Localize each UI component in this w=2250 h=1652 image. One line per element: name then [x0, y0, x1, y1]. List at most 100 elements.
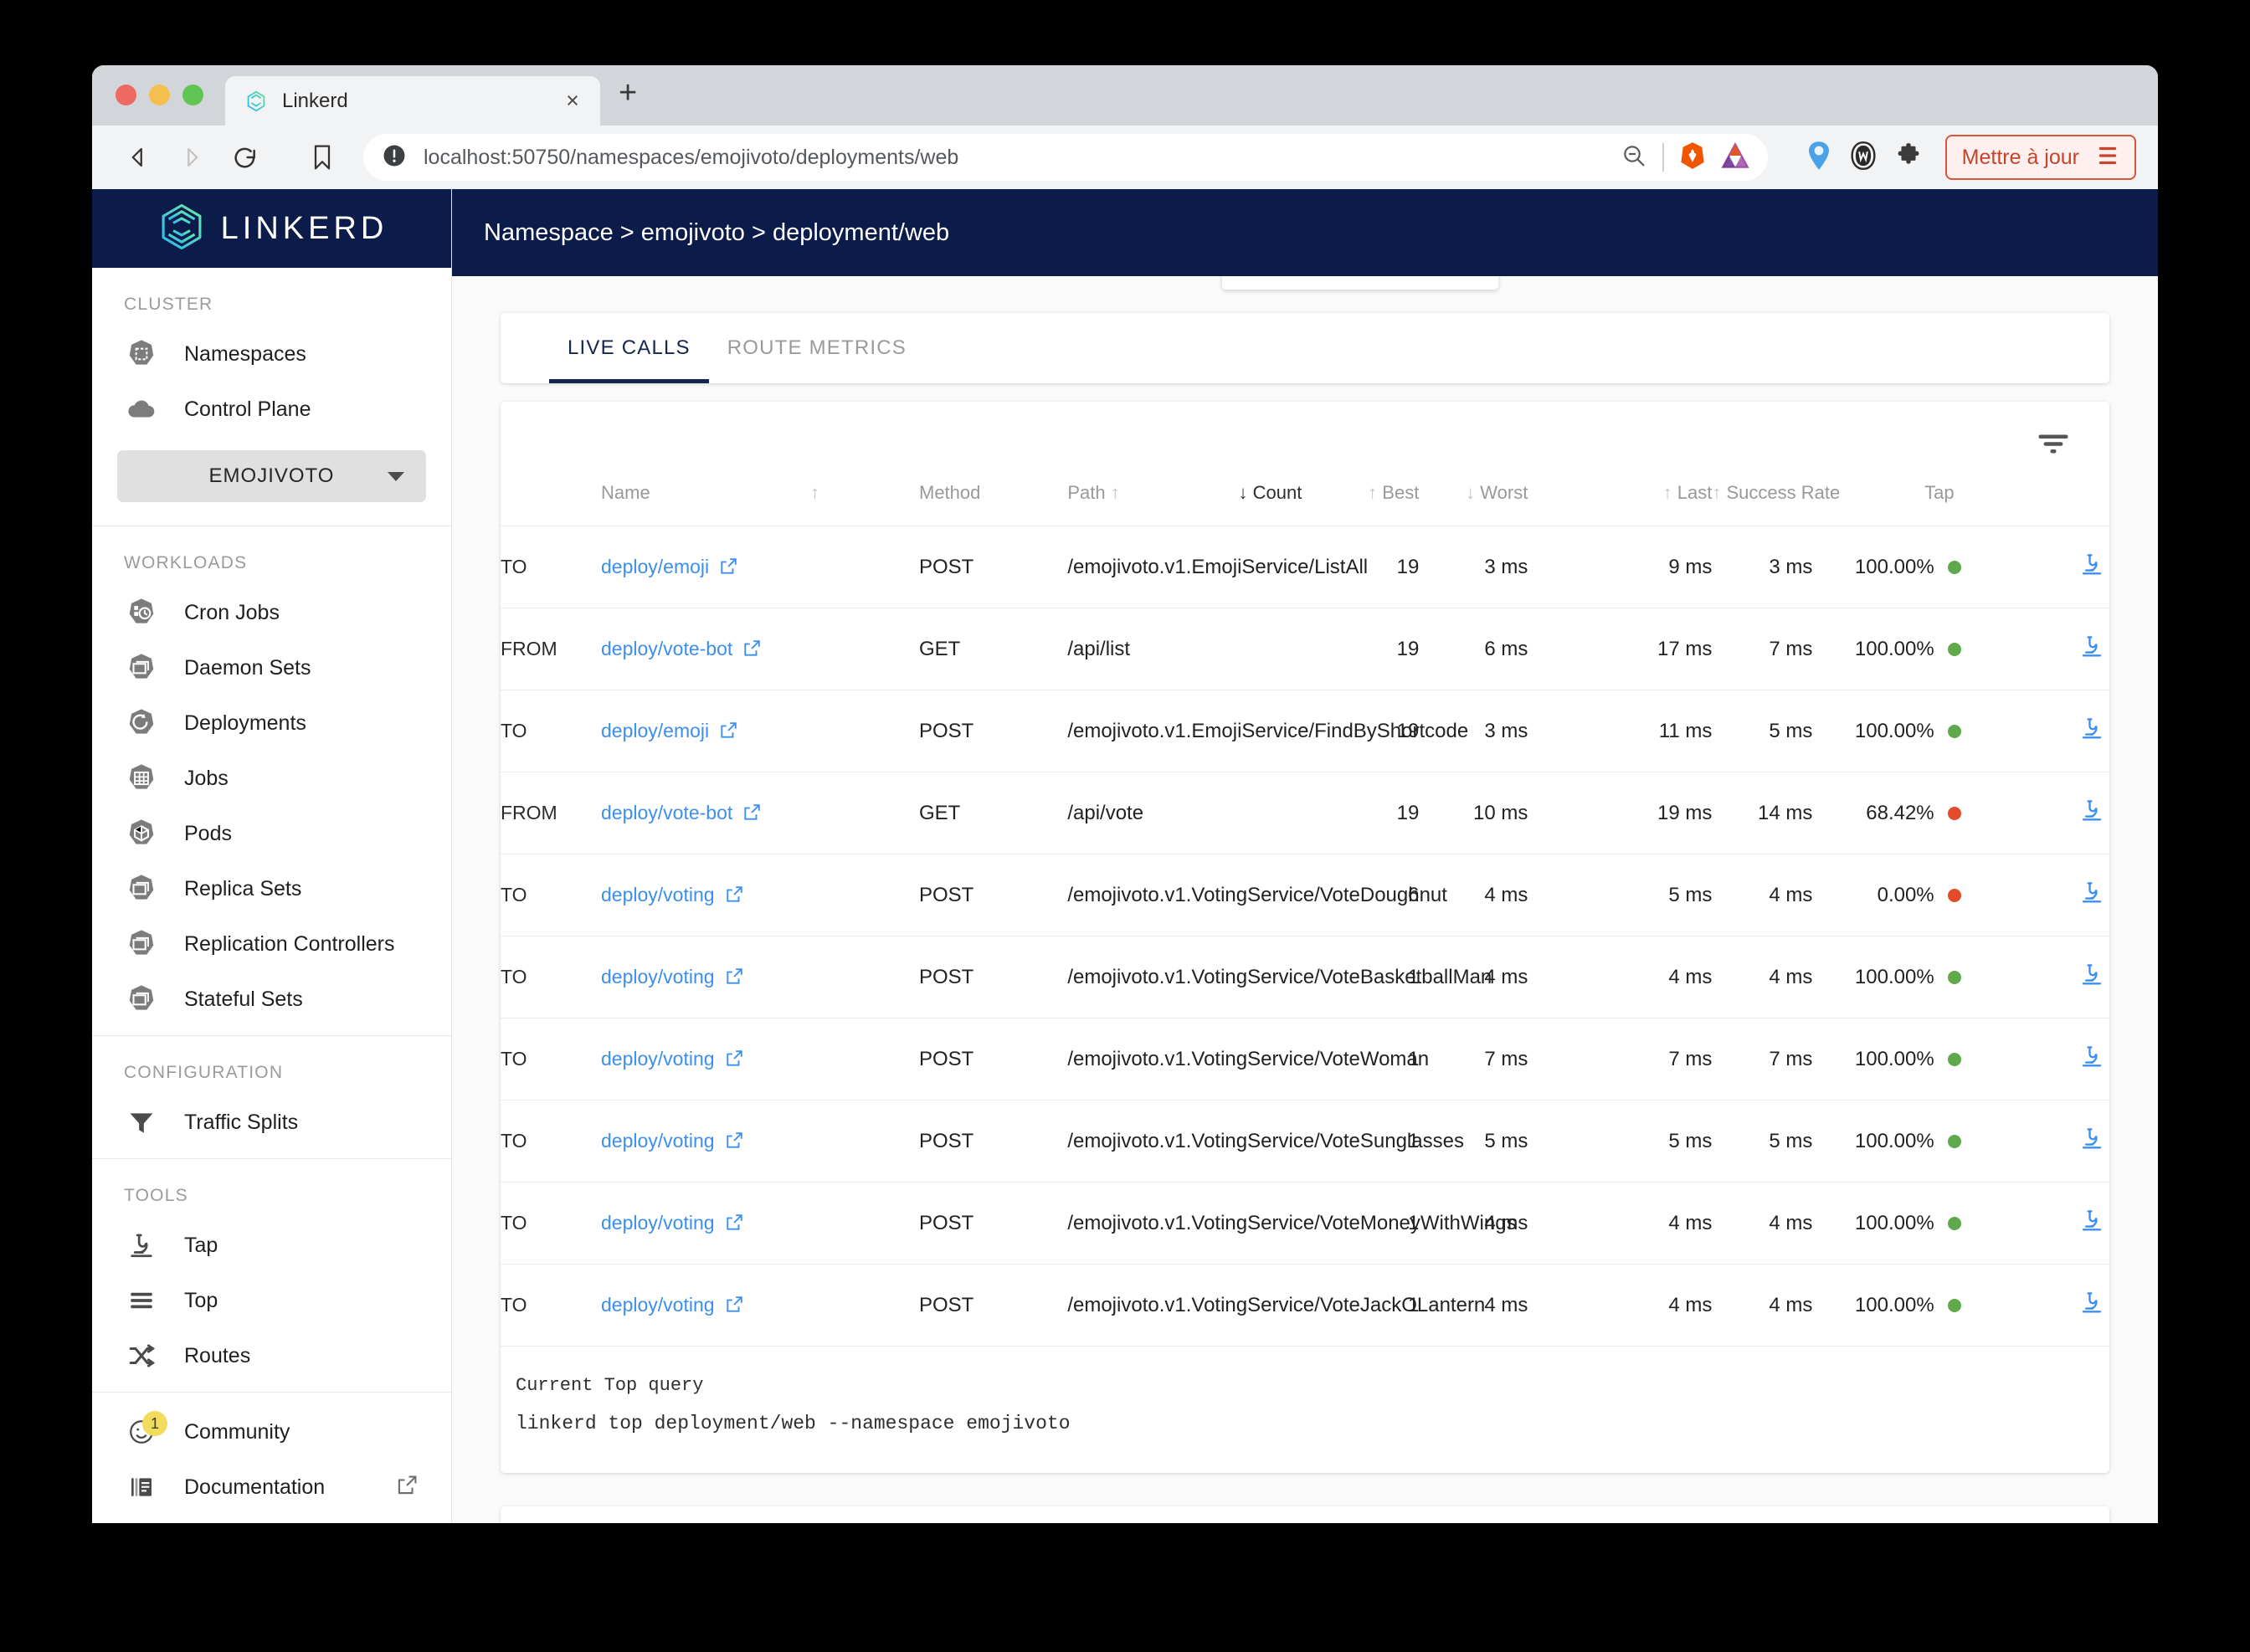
cell-resource-link[interactable]: deploy/vote-bot: [601, 772, 919, 854]
sidebar-item-replica-sets[interactable]: Replica Sets: [92, 861, 451, 916]
table-row[interactable]: TO deploy/voting POST/emojivoto.v1.VotingS…: [501, 1264, 2109, 1346]
cell-tap[interactable]: [1960, 936, 2109, 1018]
reload-button[interactable]: [221, 133, 270, 182]
resource-link[interactable]: deploy/voting: [601, 1294, 715, 1316]
sidebar-item-daemon-sets[interactable]: Daemon Sets: [92, 640, 451, 695]
sidebar-item-deployments[interactable]: Deployments: [92, 695, 451, 751]
resource-link[interactable]: deploy/vote-bot: [601, 638, 732, 659]
microscope-icon[interactable]: [2079, 1046, 2104, 1074]
microscope-icon[interactable]: [2079, 554, 2104, 582]
col-method-label[interactable]: Method: [919, 482, 1067, 526]
cell-tap[interactable]: [1960, 1264, 2109, 1346]
microscope-icon[interactable]: [2079, 1210, 2104, 1238]
sidebar-item-pods[interactable]: Pods: [92, 806, 451, 861]
table-row[interactable]: FROM deploy/vote-bot GET/api/vote 19 10 ms 19…: [501, 772, 2109, 854]
microscope-icon[interactable]: [2079, 1128, 2104, 1156]
update-button[interactable]: Mettre à jour: [1944, 135, 2136, 180]
hamburger-menu-icon[interactable]: [2096, 145, 2119, 171]
cell-resource-link[interactable]: deploy/voting: [601, 1264, 919, 1346]
cell-resource-link[interactable]: deploy/vote-bot: [601, 608, 919, 690]
puzzle-piece-icon[interactable]: [1895, 142, 1922, 173]
table-row[interactable]: TO deploy/voting POST/emojivoto.v1.VotingS…: [501, 1018, 2109, 1100]
sidebar-item-jobs[interactable]: Jobs: [92, 751, 451, 806]
col-name[interactable]: Name: [601, 482, 810, 526]
address-bar[interactable]: localhost:50750/namespaces/emojivoto/dep…: [363, 134, 1768, 181]
cell-tap[interactable]: [1960, 1182, 2109, 1265]
sidebar-item-routes[interactable]: Routes: [92, 1328, 451, 1383]
cell-resource-link[interactable]: deploy/voting: [601, 854, 919, 936]
maximize-window-button[interactable]: [182, 85, 203, 105]
table-row[interactable]: FROM deploy/vote-bot GET/api/list 19 6 ms 17 …: [501, 608, 2109, 690]
namespace-selector[interactable]: EMOJIVOTO: [117, 450, 426, 502]
col-count[interactable]: ↓ Count: [1193, 482, 1302, 526]
col-method[interactable]: ↑: [810, 482, 919, 526]
microscope-icon[interactable]: [2079, 882, 2104, 910]
resource-link[interactable]: deploy/voting: [601, 1048, 715, 1070]
resource-link[interactable]: deploy/emoji: [601, 720, 709, 741]
forward-button[interactable]: [167, 133, 216, 182]
brave-lion-icon[interactable]: [1679, 141, 1706, 174]
table-row[interactable]: TO deploy/voting POST/emojivoto.v1.VotingS…: [501, 1182, 2109, 1265]
cell-resource-link[interactable]: deploy/voting: [601, 1100, 919, 1183]
back-button[interactable]: [114, 133, 162, 182]
cell-resource-link[interactable]: deploy/voting: [601, 1182, 919, 1265]
resource-link[interactable]: deploy/emoji: [601, 556, 709, 577]
zoom-out-icon[interactable]: [1621, 142, 1647, 173]
table-row[interactable]: TO deploy/voting POST/emojivoto.v1.VotingS…: [501, 936, 2109, 1018]
microscope-icon[interactable]: [2079, 800, 2104, 828]
microscope-icon[interactable]: [2079, 964, 2104, 992]
microscope-icon[interactable]: [2079, 1292, 2104, 1320]
filter-icon[interactable]: [2036, 430, 2071, 461]
cell-tap[interactable]: [1960, 608, 2109, 690]
close-window-button[interactable]: [116, 85, 136, 105]
new-tab-button[interactable]: +: [619, 77, 637, 126]
resource-link[interactable]: deploy/vote-bot: [601, 802, 732, 823]
resource-link[interactable]: deploy/voting: [601, 966, 715, 988]
sidebar-item-control-plane[interactable]: Control Plane: [92, 382, 451, 437]
location-pin-icon[interactable]: [1806, 141, 1831, 175]
table-row[interactable]: TO deploy/emoji POST/emojivoto.v1.EmojiSer…: [501, 690, 2109, 772]
cell-tap[interactable]: [1960, 690, 2109, 772]
tab-route-metrics[interactable]: ROUTE METRICS: [709, 313, 925, 383]
sidebar-item-top[interactable]: Top: [92, 1273, 451, 1328]
col-worst[interactable]: ↓ Worst: [1419, 482, 1528, 526]
bat-triangle-icon[interactable]: [1721, 141, 1749, 173]
sidebar-item-tap[interactable]: Tap: [92, 1218, 451, 1273]
resource-link[interactable]: deploy/voting: [601, 1212, 715, 1234]
minimize-window-button[interactable]: [149, 85, 170, 105]
cell-resource-link[interactable]: deploy/voting: [601, 936, 919, 1018]
sidebar-item-documentation[interactable]: Documentation: [92, 1460, 451, 1515]
sidebar-item-traffic-splits[interactable]: Traffic Splits: [92, 1095, 451, 1150]
browser-tab[interactable]: Linkerd ×: [225, 76, 600, 126]
microscope-icon[interactable]: [2079, 718, 2104, 746]
sidebar-item-replication-controllers[interactable]: Replication Controllers: [92, 916, 451, 972]
cell-resource-link[interactable]: deploy/emoji: [601, 526, 919, 608]
cell-tap[interactable]: [1960, 854, 2109, 936]
col-best[interactable]: ↑ Best: [1302, 482, 1419, 526]
site-info-icon[interactable]: [382, 143, 407, 172]
tab-live-calls[interactable]: LIVE CALLS: [549, 313, 709, 383]
sidebar-item-stateful-sets[interactable]: Stateful Sets: [92, 972, 451, 1027]
sidebar-item-namespaces[interactable]: Namespaces: [92, 326, 451, 382]
cell-tap[interactable]: [1960, 1100, 2109, 1183]
cell-tap[interactable]: [1960, 772, 2109, 854]
sidebar-item-cron-jobs[interactable]: Cron Jobs: [92, 585, 451, 640]
resource-link[interactable]: deploy/voting: [601, 884, 715, 906]
table-row[interactable]: TO deploy/emoji POST/emojivoto.v1.EmojiSer…: [501, 526, 2109, 608]
table-row[interactable]: TO deploy/voting POST/emojivoto.v1.VotingS…: [501, 1100, 2109, 1183]
sidebar-item-community[interactable]: 1 Community: [92, 1404, 451, 1460]
cell-resource-link[interactable]: deploy/voting: [601, 1018, 919, 1100]
cell-tap[interactable]: [1960, 1018, 2109, 1100]
cell-resource-link[interactable]: deploy/emoji: [601, 690, 919, 772]
brand-header[interactable]: LINKERD: [92, 189, 451, 268]
cell-tap[interactable]: [1960, 526, 2109, 608]
wallet-icon[interactable]: [1850, 141, 1877, 174]
col-success-rate[interactable]: ↑ Success Rate: [1712, 482, 1840, 526]
resource-link[interactable]: deploy/voting: [601, 1130, 715, 1152]
microscope-icon[interactable]: [2079, 636, 2104, 664]
table-row[interactable]: TO deploy/voting POST/emojivoto.v1.VotingS…: [501, 854, 2109, 936]
bookmark-icon[interactable]: [298, 133, 347, 182]
col-last[interactable]: ↑ Last: [1528, 482, 1713, 526]
close-tab-button[interactable]: ×: [560, 90, 585, 112]
col-path[interactable]: Path ↑: [1067, 482, 1193, 526]
